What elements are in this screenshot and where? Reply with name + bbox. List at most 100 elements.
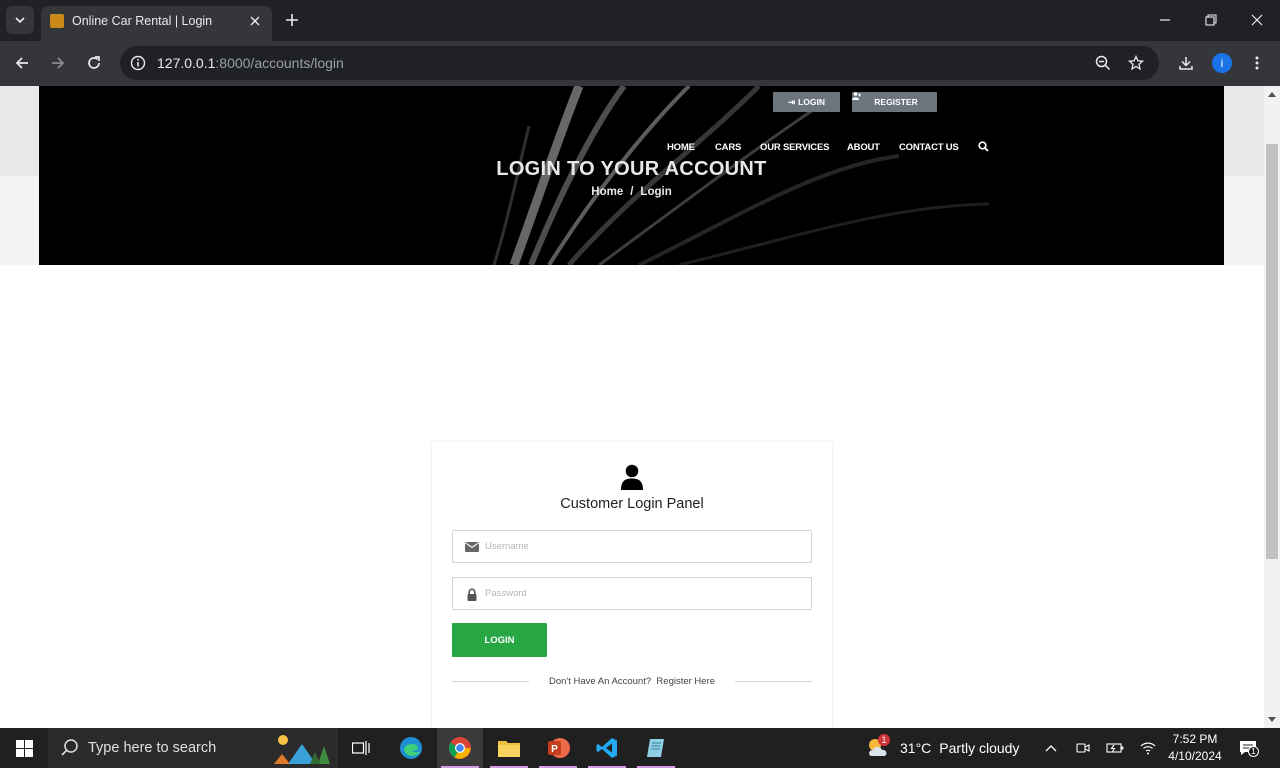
weather-description: Partly cloudy (939, 740, 1020, 756)
page-scrollbar[interactable] (1264, 86, 1280, 728)
reload-icon (88, 56, 100, 69)
nav-about[interactable]: ABOUT (847, 142, 880, 153)
vscode-icon (596, 738, 617, 758)
weather-temperature: 31°C (900, 740, 932, 756)
register-here-link[interactable]: Register Here (656, 676, 715, 687)
search-icon (61, 739, 78, 756)
page-title: LOGIN TO YOUR ACCOUNT (496, 158, 767, 180)
notification-icon: 1 (1239, 740, 1259, 757)
taskbar-notepad-app[interactable] (633, 728, 679, 768)
breadcrumb-home[interactable]: Home (591, 186, 623, 198)
caret-down-icon (1268, 717, 1276, 722)
notepad-icon (647, 739, 664, 757)
scrollbar-thumb[interactable] (1266, 144, 1278, 559)
new-tab-button[interactable] (280, 8, 304, 32)
tab-title: Online Car Rental | Login (72, 14, 213, 28)
scroll-up-button[interactable] (1264, 86, 1280, 102)
reload-button[interactable] (80, 49, 108, 77)
password-field (452, 577, 812, 610)
weather-widget[interactable]: 1 31°C Partly cloudy (866, 728, 1019, 768)
battery-button[interactable] (1105, 738, 1125, 758)
forward-button[interactable] (44, 49, 72, 77)
site-info-button[interactable] (128, 53, 148, 73)
nav-cars[interactable]: CARS (715, 142, 741, 153)
taskbar-search-box[interactable]: Type here to search (48, 728, 338, 768)
site-favicon-icon (50, 14, 64, 28)
register-prompt-label: Don't Have An Account? (548, 676, 652, 687)
username-field (452, 530, 812, 563)
breadcrumb-separator: / (630, 186, 634, 198)
star-icon (1128, 55, 1144, 71)
zoom-button[interactable] (1093, 53, 1113, 73)
windows-taskbar: Type here to search P 1 31°C Partly clou… (0, 728, 1280, 768)
username-input[interactable] (485, 532, 805, 561)
page-viewport: ⇥ LOGIN REGISTER HOME CARS OUR SERVICES … (0, 86, 1264, 728)
task-view-icon (352, 741, 370, 755)
folder-icon (498, 741, 520, 757)
svg-text:P: P (551, 744, 558, 755)
weather-alert-badge: 1 (878, 734, 890, 746)
chevron-up-icon (1045, 745, 1057, 752)
header-register-button[interactable]: REGISTER (852, 92, 937, 112)
close-icon (1251, 14, 1263, 26)
downloads-button[interactable] (1172, 49, 1200, 77)
more-vertical-icon (1255, 56, 1259, 70)
camera-icon (1076, 743, 1090, 753)
minimize-button[interactable] (1150, 5, 1180, 35)
taskbar-powerpoint[interactable]: P (535, 728, 581, 768)
tab-close-button[interactable] (246, 12, 264, 30)
taskbar-chrome[interactable] (437, 728, 483, 768)
close-window-button[interactable] (1242, 5, 1272, 35)
taskbar-file-explorer[interactable] (486, 728, 532, 768)
sign-in-icon: ⇥ (787, 96, 796, 107)
browser-tab-bar: Online Car Rental | Login (0, 0, 1280, 41)
nav-our-services[interactable]: OUR SERVICES (760, 142, 829, 153)
notification-center-button[interactable]: 1 (1238, 738, 1259, 758)
divider-left (452, 681, 529, 682)
network-button[interactable] (1138, 738, 1158, 758)
clock-time: 7:52 PM (1172, 732, 1218, 746)
taskbar-clock[interactable]: 7:52 PM 4/10/2024 (1160, 731, 1230, 765)
browser-tab[interactable]: Online Car Rental | Login (41, 6, 272, 41)
edge-icon (400, 737, 422, 759)
profile-button[interactable]: i (1208, 49, 1236, 77)
plus-icon (286, 14, 298, 26)
profile-avatar: i (1212, 53, 1232, 73)
nav-contact-us[interactable]: CONTACT US (899, 142, 959, 153)
hero-banner: ⇥ LOGIN REGISTER HOME CARS OUR SERVICES … (39, 86, 1224, 265)
back-button[interactable] (8, 49, 36, 77)
meet-now-button[interactable] (1073, 738, 1093, 758)
login-panel-title: Customer Login Panel (560, 496, 704, 512)
task-view-button[interactable] (338, 728, 384, 768)
battery-charging-icon (1106, 743, 1124, 753)
header-login-label: LOGIN (798, 97, 826, 107)
password-input[interactable] (485, 579, 805, 608)
nav-home[interactable]: HOME (667, 142, 695, 153)
envelope-icon (465, 540, 479, 554)
browser-toolbar: 127.0.0.1:8000/accounts/login i (0, 41, 1280, 86)
info-icon (130, 55, 146, 71)
browser-menu-button[interactable] (1243, 49, 1271, 77)
zoom-out-icon (1095, 55, 1111, 71)
divider-right (735, 681, 812, 682)
tab-search-button[interactable] (6, 6, 34, 34)
address-bar[interactable]: 127.0.0.1:8000/accounts/login (120, 46, 1159, 80)
bookmark-button[interactable] (1126, 53, 1146, 73)
download-icon (1179, 57, 1193, 70)
search-highlight-illustration-icon (274, 735, 330, 764)
arrow-left-icon (15, 57, 28, 69)
restore-icon (1205, 14, 1217, 26)
scroll-down-button[interactable] (1264, 712, 1280, 728)
taskbar-edge[interactable] (388, 728, 434, 768)
chrome-icon (448, 737, 471, 759)
chevron-down-icon (15, 17, 25, 24)
search-icon (978, 141, 989, 152)
header-register-label: REGISTER (874, 97, 918, 107)
header-login-button[interactable]: ⇥ LOGIN (773, 92, 840, 112)
restore-button[interactable] (1196, 5, 1226, 35)
show-hidden-icons-button[interactable] (1041, 738, 1061, 758)
start-button[interactable] (0, 728, 48, 768)
register-prompt-text: Don't Have An Account? Register Here (542, 676, 722, 687)
login-submit-button[interactable]: LOGIN (452, 623, 547, 657)
taskbar-vscode[interactable] (584, 728, 630, 768)
